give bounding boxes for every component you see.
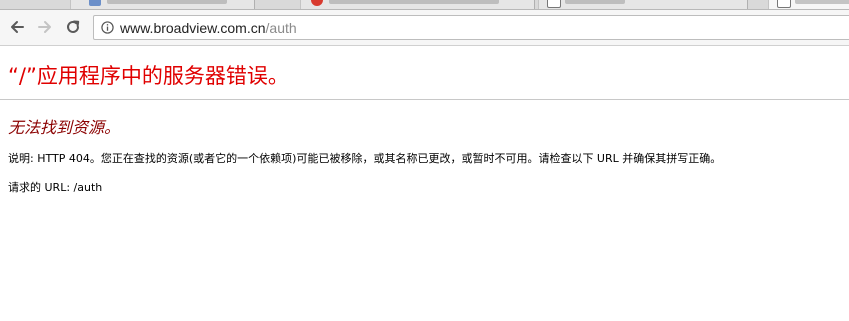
url-path: /auth <box>265 20 297 36</box>
reload-icon <box>67 20 80 33</box>
page-title: “/”应用程序中的服务器错误。 <box>8 64 289 88</box>
arrow-right-icon <box>38 21 51 33</box>
url-text[interactable]: www.broadview.com.cn/auth <box>120 20 297 36</box>
tab-title-blur <box>329 0 499 4</box>
description-label: 说明: <box>8 152 34 165</box>
tab-title-blur <box>565 0 625 4</box>
forward-button[interactable] <box>34 16 56 38</box>
divider <box>0 99 849 100</box>
tab-strip <box>0 0 849 10</box>
address-bar[interactable]: www.broadview.com.cn/auth <box>93 15 849 40</box>
error-description: 说明: HTTP 404。您正在查找的资源(或者它的一个依赖项)可能已被移除，或… <box>8 150 721 166</box>
arrow-left-icon <box>11 21 24 33</box>
browser-toolbar: www.broadview.com.cn/auth <box>0 10 849 46</box>
page-icon <box>777 0 791 8</box>
browser-tab[interactable] <box>70 0 255 9</box>
reload-button[interactable] <box>62 16 84 38</box>
favicon-icon <box>311 0 323 6</box>
error-subtitle: 无法找到资源。 <box>8 118 121 137</box>
page-icon <box>547 0 561 8</box>
requested-url: 请求的 URL: /auth <box>8 179 102 195</box>
favicon-icon <box>89 0 101 6</box>
info-icon[interactable] <box>101 21 114 34</box>
browser-tab-active[interactable] <box>768 0 849 9</box>
tab-title-blur <box>795 0 849 4</box>
tab-title-blur <box>107 0 227 4</box>
description-text: HTTP 404。您正在查找的资源(或者它的一个依赖项)可能已被移除，或其名称已… <box>37 152 722 165</box>
browser-tab[interactable] <box>300 0 535 9</box>
requested-url-value: /auth <box>73 181 103 194</box>
back-button[interactable] <box>6 16 28 38</box>
requested-url-label: 请求的 URL: <box>8 181 71 194</box>
page-content: “/”应用程序中的服务器错误。 无法找到资源。 说明: HTTP 404。您正在… <box>0 46 849 321</box>
browser-tab[interactable] <box>538 0 748 9</box>
url-host: www.broadview.com.cn <box>120 20 266 36</box>
